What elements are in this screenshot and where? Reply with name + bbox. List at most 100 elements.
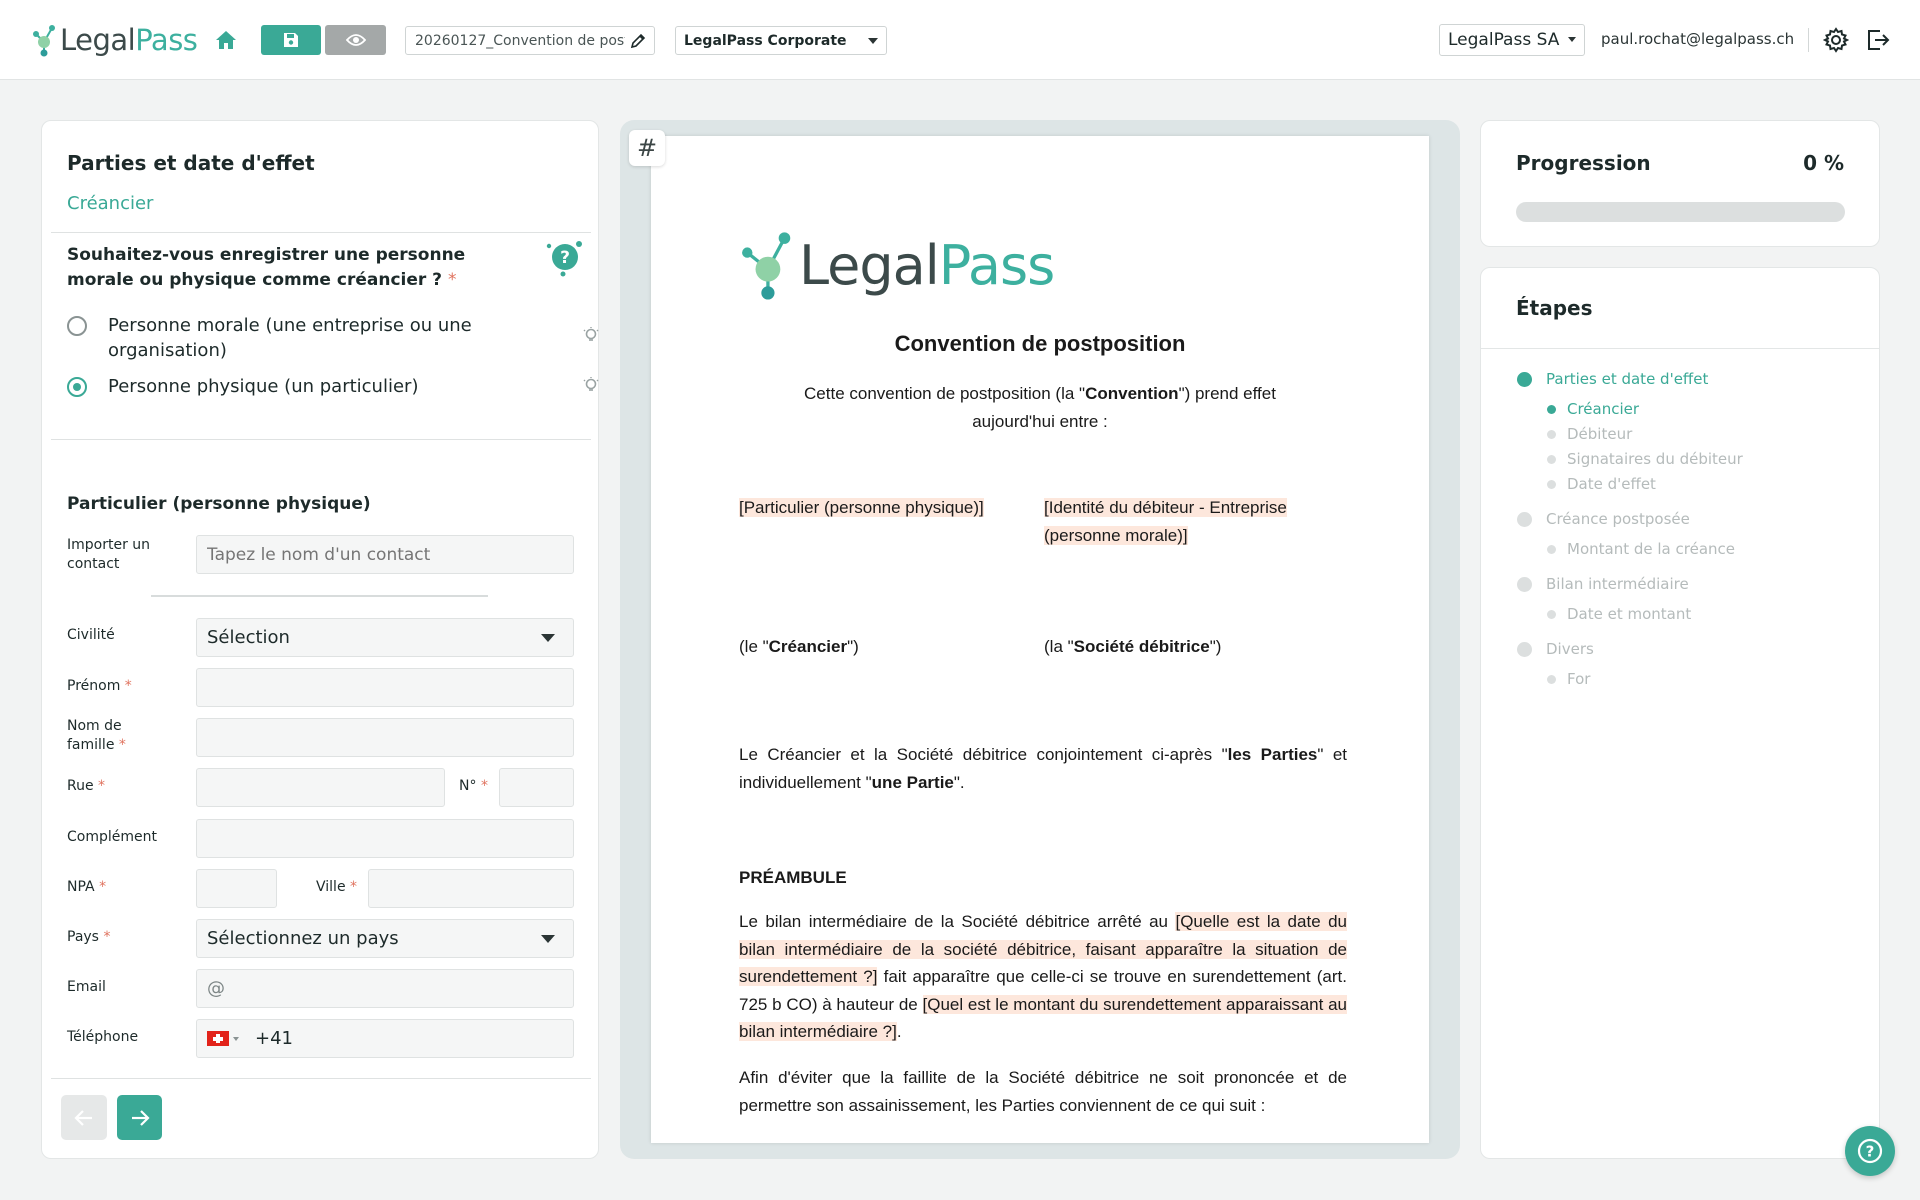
telephone-input[interactable]: +41 (196, 1019, 574, 1058)
numero-input[interactable] (499, 768, 574, 807)
rue-input[interactable] (196, 768, 445, 807)
step-item[interactable]: Bilan intermédiaire (1517, 575, 1689, 593)
step-item[interactable]: Montant de la créance (1547, 540, 1735, 558)
radio-personne-morale[interactable] (67, 316, 87, 336)
step-item[interactable]: Créancier (1547, 400, 1639, 418)
party-1-role: (le "Créancier") (739, 637, 859, 656)
chevron-down-icon (233, 1036, 239, 1041)
required-marker: * (447, 270, 457, 290)
required-marker: * (480, 778, 488, 794)
document-logo: LegalPass (739, 226, 1055, 304)
prenom-label: Prénom * (67, 678, 132, 694)
arrow-left-icon (74, 1109, 92, 1126)
step-dot-icon (1547, 544, 1556, 554)
party-2-placeholder[interactable]: [Identité du débiteur - Entreprise (pers… (1044, 494, 1334, 550)
nom-input[interactable] (196, 718, 574, 757)
organisation-select-value: LegalPass SA (1448, 30, 1560, 50)
next-button[interactable] (117, 1095, 162, 1140)
ville-input[interactable] (368, 869, 574, 908)
logo-text: LegalPass (60, 23, 198, 57)
document-page: LegalPass Convention de postposition Cet… (651, 136, 1429, 1143)
rue-label: Rue * (67, 778, 106, 794)
company-select-value: LegalPass Corporate (684, 32, 847, 49)
user-email[interactable]: paul.rochat@legalpass.ch (1601, 30, 1794, 48)
step-item[interactable]: Date d'effet (1547, 475, 1656, 493)
top-bar: LegalPass 20260127_Convention de postpos… (0, 0, 1920, 80)
import-contact-label: Importer un contact (67, 537, 151, 572)
step-item[interactable]: Signataires du débiteur (1547, 450, 1743, 468)
step-item[interactable]: Créance postposée (1517, 510, 1690, 528)
closing-paragraph: Afin d'éviter que la faillite de la Soci… (739, 1068, 1347, 1115)
step-label: Date d'effet (1567, 475, 1656, 493)
lightbulb-icon[interactable] (582, 326, 600, 344)
required-marker: * (124, 678, 132, 694)
numbering-toggle-button[interactable]: # (629, 130, 665, 166)
required-marker: * (118, 737, 126, 753)
step-item[interactable]: Divers (1517, 640, 1594, 658)
civilite-select-value: Sélection (207, 627, 290, 648)
logout-icon[interactable] (1866, 28, 1890, 52)
swiss-flag-icon[interactable] (207, 1031, 229, 1046)
header-divider (1808, 28, 1809, 52)
form-subtitle: Créancier (67, 193, 154, 214)
step-dot-icon (1547, 454, 1556, 464)
step-dot-icon (1517, 576, 1532, 592)
option-personne-morale[interactable]: Personne morale (une entreprise ou une o… (67, 313, 508, 363)
import-contact-input[interactable] (196, 535, 574, 574)
civilite-label: Civilité (67, 627, 115, 643)
email-input[interactable]: @ (196, 969, 574, 1008)
creditor-type-question: Souhaitez-vous enregistrer une personne … (67, 245, 466, 290)
question-mark-icon: ? (1857, 1138, 1883, 1164)
preamble-heading: PRÉAMBULE (739, 868, 847, 887)
complement-input[interactable] (196, 819, 574, 858)
step-label: Signataires du débiteur (1567, 450, 1743, 468)
civilite-select[interactable]: Sélection (196, 618, 574, 657)
email-placeholder: @ (207, 978, 225, 999)
company-select[interactable]: LegalPass Corporate (675, 26, 887, 55)
pays-select[interactable]: Sélectionnez un pays (196, 919, 574, 958)
option-personne-physique[interactable]: Personne physique (un particulier) (67, 374, 508, 399)
step-label: Montant de la créance (1567, 540, 1735, 558)
npa-label: NPA * (67, 879, 107, 895)
step-item[interactable]: For (1547, 670, 1590, 688)
step-dot-icon (1517, 511, 1532, 527)
step-item[interactable]: Parties et date d'effet (1517, 370, 1708, 388)
radio-personne-physique[interactable] (67, 377, 87, 397)
step-item[interactable]: Débiteur (1547, 425, 1632, 443)
document-name-field[interactable]: 20260127_Convention de postposition (405, 26, 655, 55)
step-dot-icon (1547, 609, 1556, 619)
save-button[interactable] (261, 25, 321, 55)
step-label: For (1567, 670, 1591, 688)
section-title: Particulier (personne physique) (67, 494, 371, 514)
preview-button[interactable] (325, 25, 386, 55)
home-icon[interactable] (214, 28, 238, 52)
step-dot-icon (1547, 479, 1556, 489)
previous-button[interactable] (61, 1095, 107, 1140)
steps-panel: Étapes Parties et date d'effet Créancier D… (1480, 267, 1880, 1159)
prenom-input[interactable] (196, 668, 574, 707)
logo[interactable]: LegalPass (30, 22, 198, 58)
organisation-select[interactable]: LegalPass SA (1439, 24, 1585, 56)
step-dot-icon (1547, 404, 1556, 414)
pencil-icon[interactable] (630, 33, 646, 49)
npa-input[interactable] (196, 869, 277, 908)
option-label: Personne physique (un particulier) (108, 376, 419, 397)
pays-select-value: Sélectionnez un pays (207, 928, 399, 949)
party-1-placeholder[interactable]: [Particulier (personne physique)] (739, 494, 1019, 522)
step-item[interactable]: Date et montant (1547, 605, 1691, 623)
step-label: Débiteur (1567, 425, 1633, 443)
nom-label: Nom de famille * (67, 718, 126, 753)
telephone-prefix: +41 (255, 1028, 293, 1049)
progress-title: Progression (1516, 151, 1651, 175)
step-dot-icon (1547, 429, 1556, 439)
required-marker: * (350, 879, 358, 895)
chevron-down-icon (541, 935, 555, 943)
step-dot-icon (1517, 371, 1532, 387)
step-dot-icon (1547, 674, 1556, 684)
help-button[interactable]: ? (1845, 1126, 1895, 1176)
lightbulb-icon[interactable] (582, 376, 600, 394)
question-help-icon[interactable]: ? (545, 238, 585, 278)
required-marker: * (103, 929, 111, 945)
email-label: Email (67, 979, 106, 995)
gear-icon[interactable] (1823, 27, 1849, 53)
